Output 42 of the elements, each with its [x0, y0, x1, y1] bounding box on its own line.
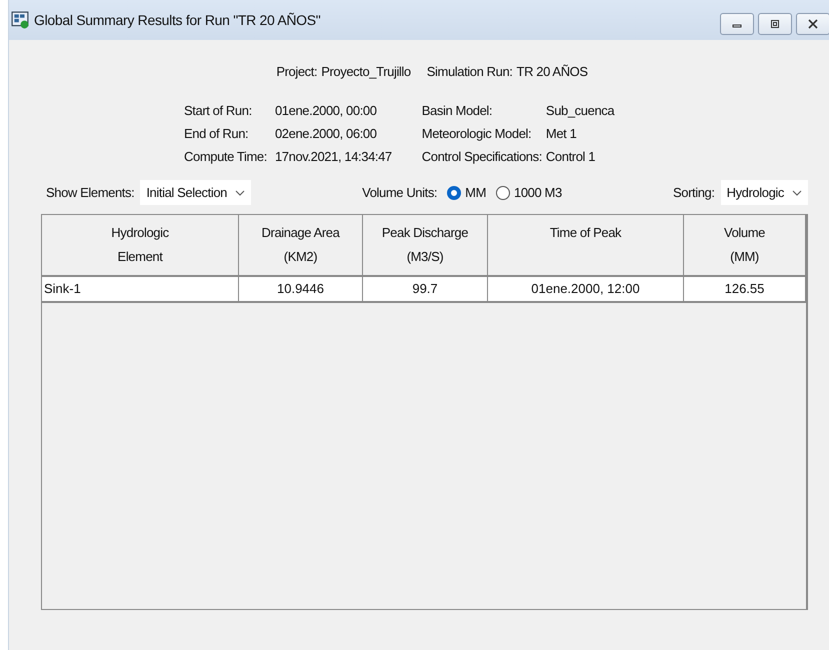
column-header[interactable]: Drainage Area (KM2)	[239, 215, 363, 277]
app-icon	[11, 11, 29, 29]
run-name: TR 20 AÑOS	[516, 64, 588, 79]
column-header[interactable]: Hydrologic Element	[42, 215, 239, 277]
info-value: Control 1	[546, 148, 596, 166]
sorting-dropdown[interactable]: Hydrologic	[720, 180, 808, 205]
chevron-down-icon	[792, 190, 802, 196]
minimize-button[interactable]	[720, 13, 754, 35]
column-header[interactable]: Peak Discharge (M3/S)	[363, 215, 488, 277]
window-title: Global Summary Results for Run "TR 20 AÑOS"	[34, 12, 320, 28]
info-label: Start of Run:	[184, 102, 253, 120]
run-label: Simulation Run:	[426, 64, 513, 79]
unit-radio[interactable]: MM	[447, 185, 486, 200]
unit-radio[interactable]: 1000 M3	[496, 185, 562, 200]
project-label: Project:	[276, 64, 318, 79]
info-label: Compute Time:	[184, 148, 267, 166]
table-cell: Sink-1	[42, 277, 239, 301]
info-value: 02ene.2000, 06:00	[274, 125, 378, 143]
sorting-label: Sorting:	[672, 185, 715, 200]
info-value: Met 1	[546, 125, 578, 143]
column-header[interactable]: Volume (MM)	[684, 215, 806, 277]
info-label: Meteorologic Model:	[422, 125, 532, 143]
table-cell: 126.55	[684, 277, 806, 301]
info-value: 01ene.2000, 00:00	[274, 102, 378, 120]
close-icon	[808, 19, 818, 29]
info-value: 17nov.2021, 14:34:47	[274, 148, 392, 166]
close-button[interactable]	[796, 13, 829, 35]
info-value: Sub_cuenca	[546, 102, 614, 120]
show-elements-label: Show Elements:	[46, 185, 134, 200]
table-cell: 01ene.2000, 12:00	[488, 277, 684, 301]
column-header[interactable]: Time of Peak	[488, 215, 684, 277]
show-elements-dropdown[interactable]: Initial Selection	[140, 180, 251, 205]
maximize-button[interactable]	[758, 13, 792, 35]
table-cell: 10.9446	[239, 277, 363, 301]
table-cell: 99.7	[363, 277, 488, 301]
info-label: End of Run:	[184, 125, 250, 143]
maximize-icon	[770, 19, 780, 29]
chevron-down-icon	[234, 190, 245, 196]
info-label: Basin Model:	[422, 102, 494, 120]
info-label: Control Specifications:	[422, 148, 542, 166]
volume-units-label: Volume Units:	[362, 185, 438, 200]
project-name: Proyecto_Trujillo	[321, 64, 411, 79]
